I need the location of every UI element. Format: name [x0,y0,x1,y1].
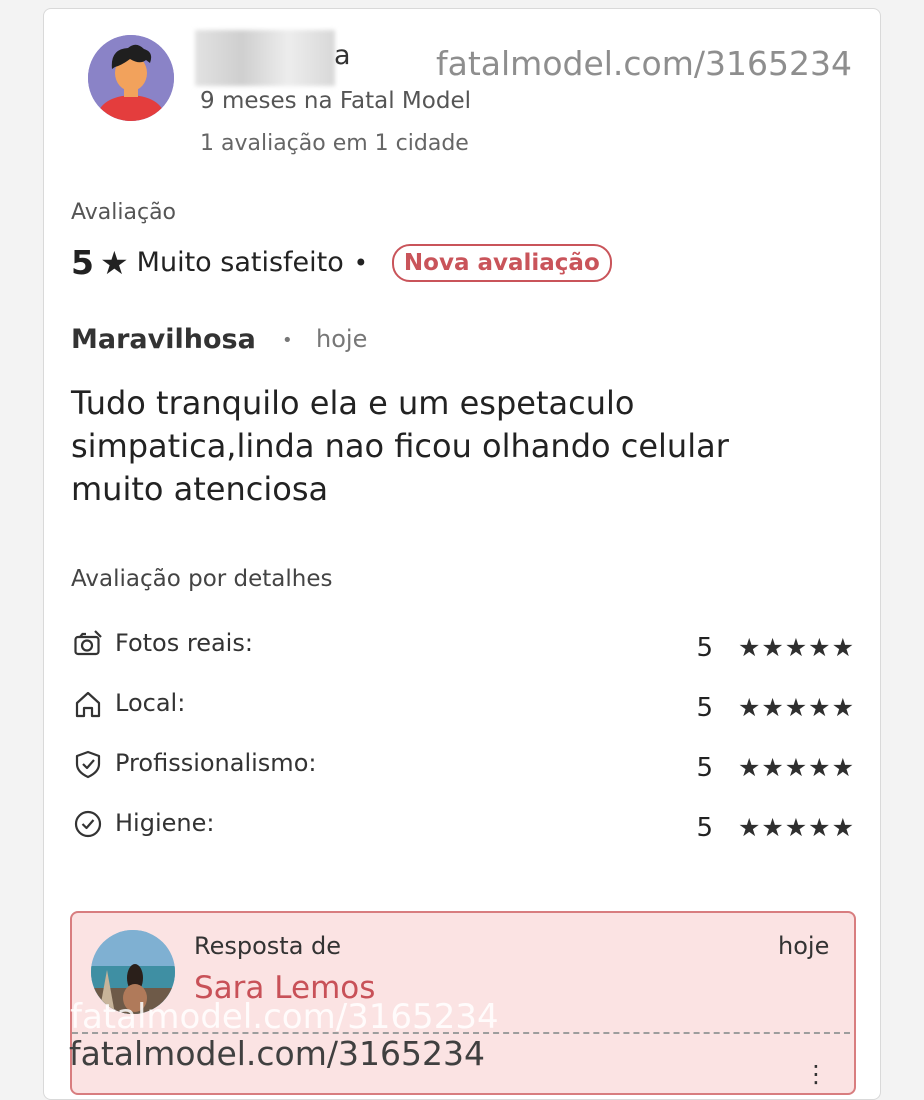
reviewer-avatar[interactable] [88,35,174,121]
review-title: Maravilhosa [71,324,256,355]
review-date: hoje [316,325,368,353]
detail-stars: ★★★★★ [737,693,855,722]
check-circle-icon [73,809,103,839]
detail-score: 5 [696,633,713,663]
review-body: Tudo tranquilo ela e um espetaculo simpa… [71,384,729,508]
detail-row-profissionalismo: Profissionalismo: 5 ★★★★★ [71,747,855,783]
detail-stars: ★★★★★ [737,813,855,842]
details-title: Avaliação por detalhes [71,566,333,592]
reply-from-label: Resposta de [194,932,342,960]
detail-row-local: Local: 5 ★★★★★ [71,687,855,723]
star-icon: ★ [99,243,129,282]
watermark-bottom: fatalmodel.com/3165234 [69,1034,485,1073]
watermark-top: fatalmodel.com/3165234 [436,44,852,83]
rating-separator: • [353,248,368,277]
detail-stars: ★★★★★ [737,633,855,662]
shield-check-icon [73,749,103,779]
review-separator: • [282,330,293,351]
more-options-icon[interactable]: ⋮ [804,1060,828,1088]
watermark-ghost: fatalmodel.com/3165234 [70,997,499,1037]
detail-label: Local: [115,689,186,717]
detail-score: 5 [696,813,713,843]
reply-date: hoje [778,932,830,960]
detail-row-higiene: Higiene: 5 ★★★★★ [71,807,855,843]
overall-rating: 5 ★ Muito satisfeito • Nova avaliação [71,243,612,282]
rating-description: Muito satisfeito [136,247,344,278]
detail-score: 5 [696,753,713,783]
detail-stars: ★★★★★ [737,753,855,782]
detail-label: Higiene: [115,809,215,837]
rating-score: 5 [71,243,94,282]
detail-score: 5 [696,693,713,723]
username-suffix: a [334,40,351,71]
detail-row-fotos-reais: Fotos reais: 5 ★★★★★ [71,627,855,663]
detail-label: Fotos reais: [115,629,253,657]
member-since-text: 9 meses na Fatal Model [200,88,471,114]
username-blurred [195,30,335,86]
camera-icon [73,629,103,659]
new-review-badge: Nova avaliação [391,243,612,282]
rating-label: Avaliação [71,200,177,225]
reviews-count-text: 1 avaliação em 1 cidade [200,131,469,156]
home-icon [73,689,103,719]
detail-label: Profissionalismo: [115,749,317,777]
